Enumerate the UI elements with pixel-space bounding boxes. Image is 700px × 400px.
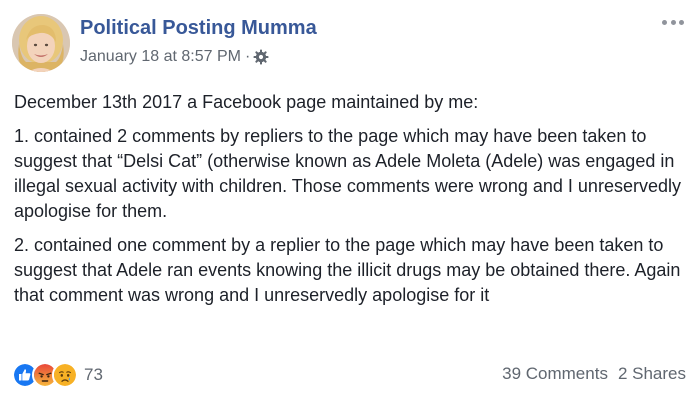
shares-count-link[interactable]: 2 Shares	[618, 364, 686, 383]
facebook-post: Political Posting Mumma January 18 at 8:…	[0, 0, 700, 400]
post-timestamp[interactable]: January 18 at 8:57 PM	[80, 48, 241, 66]
avatar-photo	[12, 14, 70, 72]
post-body: December 13th 2017 a Facebook page maint…	[14, 90, 694, 317]
reactions-summary[interactable]: 73	[12, 362, 103, 388]
reaction-icons	[12, 362, 78, 388]
post-paragraph: December 13th 2017 a Facebook page maint…	[14, 92, 479, 112]
sad-icon	[52, 362, 78, 388]
gear-icon[interactable]	[253, 49, 269, 65]
avatar[interactable]	[12, 14, 70, 72]
engagement-counts: 39 Comments 2 Shares	[502, 364, 686, 384]
post-paragraph: 1. contained 2 comments by repliers to t…	[14, 126, 681, 221]
post-meta: January 18 at 8:57 PM ·	[80, 48, 269, 66]
post-paragraph: 2. contained one comment by a replier to…	[14, 235, 681, 305]
more-options-icon[interactable]	[662, 14, 684, 30]
comments-count-link[interactable]: 39 Comments	[502, 364, 608, 383]
reaction-count: 73	[84, 365, 103, 384]
meta-separator: ·	[244, 48, 251, 65]
author-name[interactable]: Political Posting Mumma	[80, 17, 317, 40]
